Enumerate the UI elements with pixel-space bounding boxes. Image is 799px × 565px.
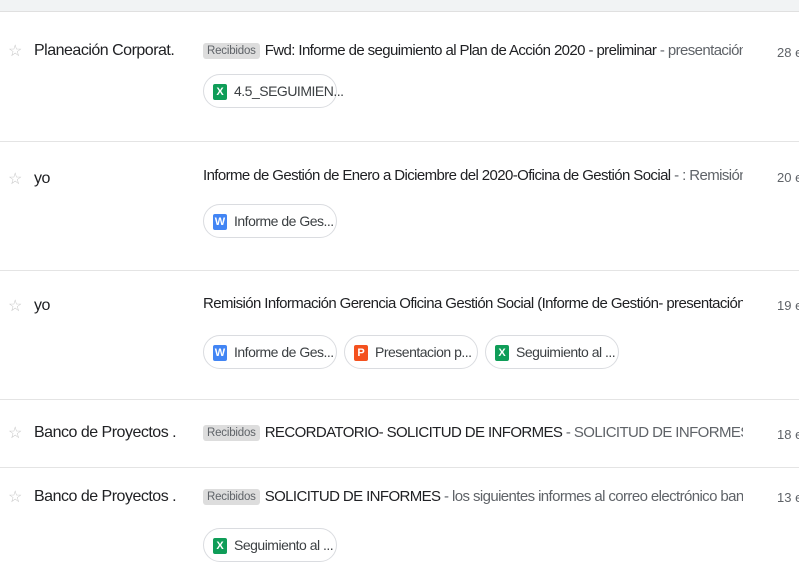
email-sender: Planeación Corporat.	[34, 42, 175, 59]
inbox-label[interactable]: Recibidos	[203, 425, 260, 441]
email-sender: yo	[34, 170, 50, 187]
inbox-label[interactable]: Recibidos	[203, 489, 260, 505]
excel-file-icon: X	[495, 345, 509, 361]
email-sender: yo	[34, 297, 50, 314]
email-snippet: los siguientes informes al correo electr…	[452, 488, 743, 505]
email-date: 20 e	[777, 170, 799, 185]
attachment-name: Informe de Ges...	[234, 213, 334, 229]
word-file-icon: W	[213, 214, 227, 230]
email-row[interactable]: ☆ Banco de Proyectos . Recibidos SOLICITU…	[0, 468, 799, 565]
snippet-separator: -	[674, 167, 679, 184]
excel-file-icon: X	[213, 84, 227, 100]
email-subject: Informe de Gestión de Enero a Diciembre …	[203, 167, 671, 184]
top-divider	[0, 0, 799, 12]
excel-file-icon: X	[213, 538, 227, 554]
snippet-separator: -	[444, 488, 449, 505]
attachment-name: 4.5_SEGUIMIEN...	[234, 83, 344, 99]
attachment-chip[interactable]: X 4.5_SEGUIMIEN...	[203, 74, 344, 108]
email-subject: RECORDATORIO- SOLICITUD DE INFORMES	[264, 424, 563, 441]
email-row[interactable]: ☆ yo Informe de Gestión de Enero a Dicie…	[0, 142, 799, 271]
attachment-name: Seguimiento al ...	[234, 537, 334, 553]
email-row[interactable]: ☆ Planeación Corporat. Recibidos Fwd: Inf…	[0, 12, 799, 142]
email-subject: SOLICITUD DE INFORMES	[264, 488, 441, 505]
email-subject-line[interactable]: Recibidos RECORDATORIO- SOLICITUD DE INFO…	[203, 424, 743, 441]
attachment-list: W Informe de Ges... P Presentacion p... …	[203, 335, 626, 369]
email-date: 28 e	[777, 45, 799, 60]
star-icon[interactable]: ☆	[8, 490, 22, 506]
star-icon[interactable]: ☆	[8, 172, 22, 188]
attachment-list: X 4.5_SEGUIMIEN...	[203, 74, 344, 108]
attachment-chip[interactable]: X Seguimiento al ...	[203, 528, 337, 562]
attachment-chip[interactable]: X Seguimiento al ...	[485, 335, 619, 369]
attachment-list: W Informe de Ges...	[203, 204, 344, 238]
email-date: 13 e	[777, 490, 799, 505]
email-subject: Fwd: Informe de seguimiento al Plan de A…	[264, 42, 657, 59]
snippet-separator: -	[565, 424, 571, 441]
star-icon[interactable]: ☆	[8, 426, 22, 442]
attachment-chip[interactable]: W Informe de Ges...	[203, 335, 337, 369]
email-date: 18 e	[777, 427, 799, 442]
inbox-label[interactable]: Recibidos	[203, 43, 260, 59]
email-subject-line[interactable]: Remisión Información Gerencia Oficina Ge…	[203, 295, 743, 312]
star-icon[interactable]: ☆	[8, 44, 22, 60]
email-sender: Banco de Proyectos .	[34, 488, 177, 505]
attachment-name: Seguimiento al ...	[516, 344, 616, 360]
email-subject-line[interactable]: Informe de Gestión de Enero a Diciembre …	[203, 167, 743, 184]
attachment-chip[interactable]: P Presentacion p...	[344, 335, 478, 369]
email-row[interactable]: ☆ Banco de Proyectos . Recibidos RECORDAT…	[0, 400, 799, 468]
email-sender: Banco de Proyectos .	[34, 424, 177, 441]
powerpoint-file-icon: P	[354, 345, 368, 361]
email-date: 19 e	[777, 298, 799, 313]
email-subject-line[interactable]: Recibidos SOLICITUD DE INFORMES - los sig…	[203, 488, 743, 505]
email-snippet: : Remisión Infor...	[682, 167, 743, 184]
email-subject-line[interactable]: Recibidos Fwd: Informe de seguimiento al …	[203, 42, 743, 59]
email-snippet: presentación de i...	[667, 42, 743, 59]
attachment-chip[interactable]: W Informe de Ges...	[203, 204, 337, 238]
snippet-separator: -	[659, 42, 665, 59]
email-row[interactable]: ☆ yo Remisión Información Gerencia Ofici…	[0, 271, 799, 400]
attachment-name: Informe de Ges...	[234, 344, 334, 360]
attachment-list: X Seguimiento al ...	[203, 528, 344, 562]
word-file-icon: W	[213, 345, 227, 361]
email-subject: Remisión Información Gerencia Oficina Ge…	[203, 295, 743, 312]
star-icon[interactable]: ☆	[8, 299, 22, 315]
email-snippet: SOLICITUD DE INFORMES To: Subgeren...	[573, 424, 743, 441]
attachment-name: Presentacion p...	[375, 344, 472, 360]
